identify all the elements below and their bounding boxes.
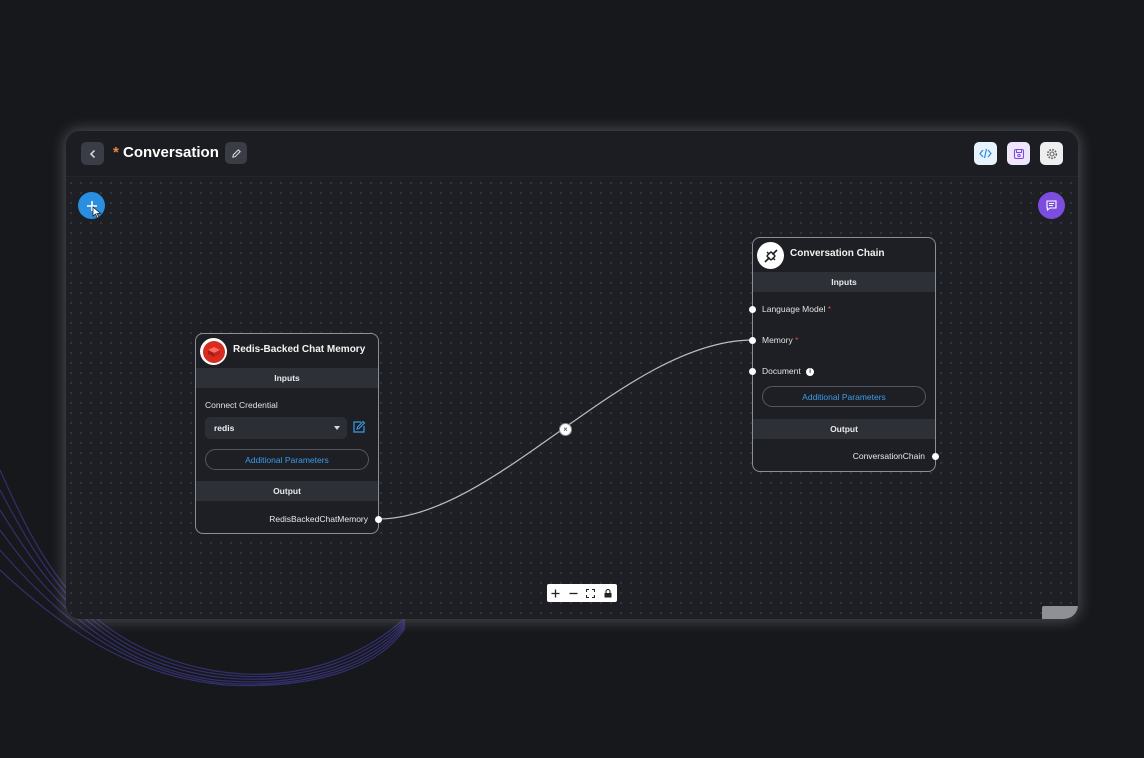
input-handle-memory[interactable] (749, 337, 756, 344)
node-header: Redis-Backed Chat Memory (196, 334, 378, 368)
node-title: Redis-Backed Chat Memory (233, 344, 366, 355)
node-title: Conversation Chain (790, 248, 885, 259)
mouse-cursor-icon (92, 206, 102, 219)
resize-handle[interactable] (1042, 606, 1078, 619)
input-document-text: Document (762, 366, 801, 376)
delete-edge-button[interactable]: × (559, 423, 572, 436)
zoom-out-button[interactable] (565, 584, 583, 602)
chevron-left-icon (89, 149, 95, 158)
output-section-label: Output (753, 419, 935, 439)
credential-select[interactable]: redis (205, 417, 347, 439)
output-section-label: Output (196, 481, 378, 501)
back-button[interactable] (81, 142, 104, 165)
node-header: Conversation Chain (753, 238, 935, 272)
minus-icon (569, 592, 578, 594)
input-language-model-text: Language Model (762, 304, 826, 314)
conversation-chain-node[interactable]: Conversation Chain Inputs Language Model… (749, 237, 939, 472)
edit-title-button[interactable] (225, 142, 247, 164)
zoom-in-button[interactable] (547, 584, 565, 602)
flow-editor-window: * Conversation × Redis-Backed Chat Memor… (66, 131, 1078, 619)
input-handle-document[interactable] (749, 368, 756, 375)
delete-edge-symbol: × (563, 425, 568, 434)
chat-button[interactable] (1038, 192, 1065, 219)
editor-header: * Conversation (66, 131, 1078, 177)
output-handle[interactable] (375, 516, 382, 523)
redis-logo-icon (200, 338, 227, 365)
fit-view-button[interactable] (582, 584, 600, 602)
output-label: RedisBackedChatMemory (269, 514, 368, 524)
api-code-button[interactable] (974, 142, 997, 165)
edit-credential-icon[interactable] (352, 420, 366, 434)
chat-icon (1046, 200, 1057, 212)
lock-button[interactable] (600, 584, 618, 602)
inputs-section-label: Inputs (753, 272, 935, 292)
save-button[interactable] (1007, 142, 1030, 165)
pencil-icon (231, 148, 241, 158)
additional-parameters-button[interactable]: Additional Parameters (762, 386, 926, 407)
save-icon (1013, 148, 1024, 159)
info-icon[interactable]: i (806, 367, 815, 376)
required-marker: * (827, 304, 832, 314)
input-memory-text: Memory (762, 335, 793, 345)
settings-button[interactable] (1040, 142, 1063, 165)
zoom-controls (547, 584, 617, 602)
output-handle[interactable] (932, 453, 939, 460)
credential-value: redis (214, 423, 235, 433)
required-marker: * (795, 335, 799, 345)
page-title: * Conversation (113, 144, 219, 161)
output-label: ConversationChain (852, 451, 925, 461)
fit-view-icon (586, 588, 596, 598)
input-document-label: Document i (762, 366, 815, 376)
redis-chat-memory-node[interactable]: Redis-Backed Chat Memory Inputs Connect … (195, 333, 382, 534)
input-language-model-label: Language Model * (762, 304, 831, 314)
code-icon (979, 148, 992, 159)
gear-icon (1046, 148, 1057, 159)
additional-parameters-button[interactable]: Additional Parameters (205, 449, 369, 470)
flow-title: Conversation (123, 144, 219, 161)
unsaved-marker: * (113, 144, 119, 161)
plus-icon (551, 589, 560, 597)
credential-label: Connect Credential (205, 400, 278, 410)
input-memory-label: Memory * (762, 335, 798, 345)
chevron-down-icon (334, 426, 340, 430)
input-handle-language-model[interactable] (749, 306, 756, 313)
inputs-section-label: Inputs (196, 368, 378, 388)
lock-icon (604, 588, 612, 597)
chain-link-icon (757, 242, 784, 269)
